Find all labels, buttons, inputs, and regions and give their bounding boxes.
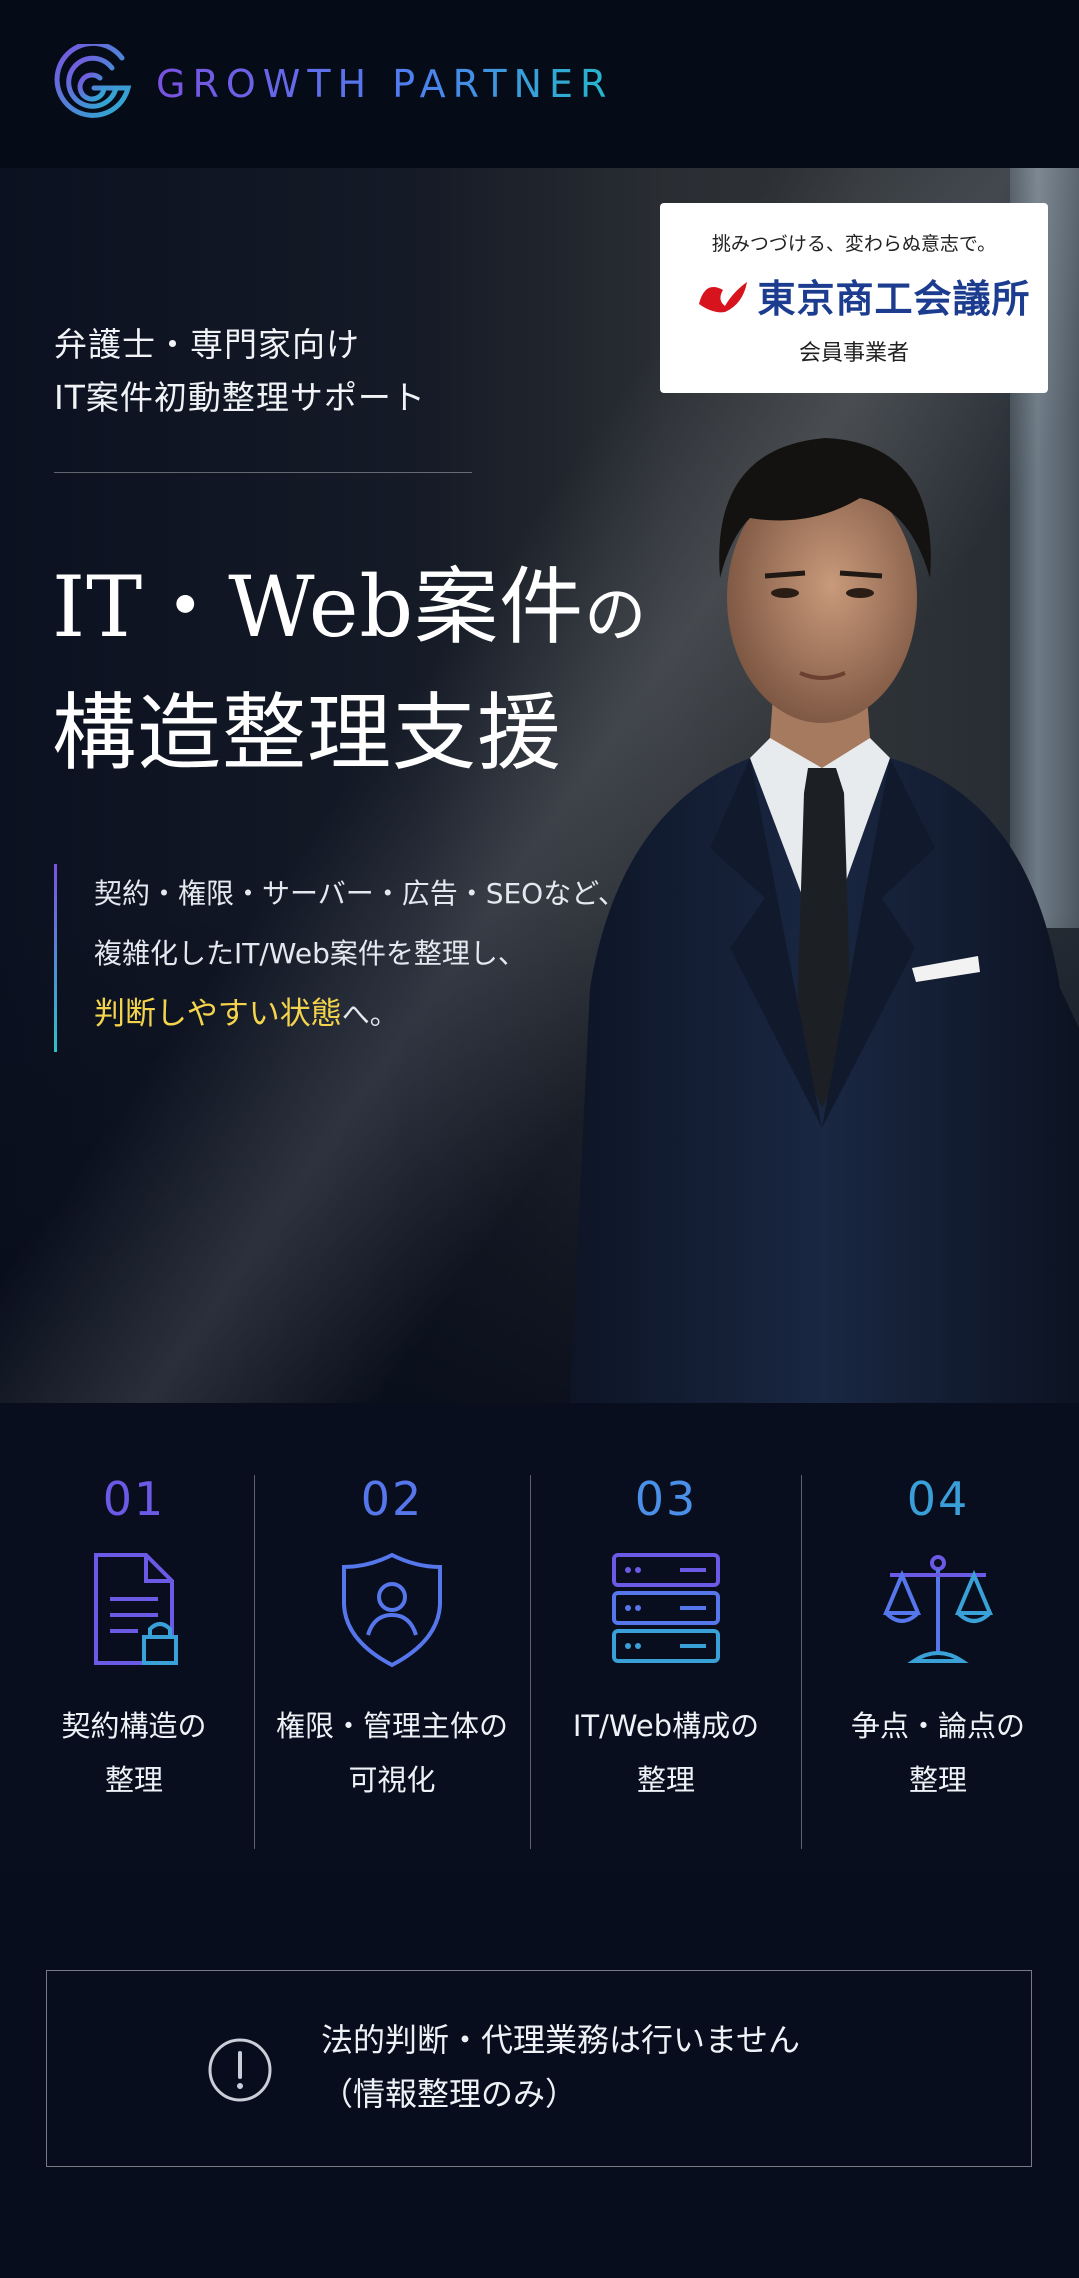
lead-line-2: 複雑化したIT/Web案件を整理し、 xyxy=(94,937,526,970)
hero-section: 挑みつづける、変わらぬ意志で。 東京商工会議所 会員事業者 弁護士・専門家向け … xyxy=(0,168,1079,1403)
feature-item[interactable]: 02 権限・管理主体の 可視化 xyxy=(258,1471,526,1797)
feature-item[interactable]: 03 IT/Web構成の 整理 xyxy=(532,1471,800,1797)
disclaimer-notice: 法的判断・代理業務は行いません （情報整理のみ） xyxy=(46,1970,1032,2167)
brand-name[interactable]: GROWTH PARTNER xyxy=(156,62,613,106)
feature-number: 02 xyxy=(360,1472,424,1526)
feature-number: 04 xyxy=(906,1472,970,1526)
feature-label: 権限・管理主体の 可視化 xyxy=(275,1709,508,1797)
feature-label: 契約構造の 整理 xyxy=(61,1709,207,1797)
notice-text: 法的判断・代理業務は行いません （情報整理のみ） xyxy=(321,2013,800,2121)
notice-line-1: 法的判断・代理業務は行いません xyxy=(321,2021,801,2059)
document-lock-icon xyxy=(94,1553,178,1665)
growth-partner-logo-icon[interactable] xyxy=(52,44,134,126)
hero-eyebrow: 弁護士・専門家向け IT案件初動整理サポート xyxy=(54,318,426,424)
tcci-logo-icon xyxy=(699,282,748,313)
features-section: 01 契約構造の 整理 02 権限・管理主体の 可視化 03 IT/Web構成の… xyxy=(0,1403,1079,1873)
hero-lead: 契約・権限・サーバー・広告・SEOなど、 複雑化したIT/Web案件を整理し、 … xyxy=(94,864,626,1045)
lead-highlight: 判断しやすい状態 xyxy=(94,996,342,1032)
feature-label: 争点・論点の 整理 xyxy=(850,1709,1025,1797)
shield-user-icon xyxy=(342,1552,442,1668)
feature-number: 03 xyxy=(634,1472,698,1526)
lead-accent-bar xyxy=(54,864,57,1052)
feature-label: IT/Web構成の 整理 xyxy=(572,1709,760,1797)
tcci-member-badge[interactable]: 挑みつづける、変わらぬ意志で。 東京商工会議所 会員事業者 xyxy=(660,203,1048,393)
site-header: GROWTH PARTNER xyxy=(0,0,1079,168)
divider xyxy=(54,472,472,473)
feature-number: 01 xyxy=(102,1472,166,1526)
badge-tagline: 挑みつづける、変わらぬ意志で。 xyxy=(711,233,997,255)
eyebrow-line-2: IT案件初動整理サポート xyxy=(54,378,426,417)
notice-line-2: （情報整理のみ） xyxy=(321,2075,578,2113)
badge-member-label: 会員事業者 xyxy=(798,341,909,366)
headline-part-1: IT・Web案件 xyxy=(52,558,585,656)
headline-particle: の xyxy=(584,578,648,651)
feature-divider xyxy=(801,1475,802,1849)
feature-item[interactable]: 04 争点・論点の 整理 xyxy=(804,1471,1072,1797)
headline-line-2: 構造整理支援 xyxy=(52,684,563,782)
hero-headline: IT・Web案件の 構造整理支援 xyxy=(52,548,647,792)
eyebrow-line-1: 弁護士・専門家向け xyxy=(54,325,360,364)
scales-icon xyxy=(882,1555,994,1663)
badge-organization-name: 東京商工会議所 xyxy=(757,276,1031,321)
lead-line-1: 契約・権限・サーバー・広告・SEOなど、 xyxy=(94,877,626,910)
exclamation-circle-icon xyxy=(208,2038,272,2102)
lead-tail: へ。 xyxy=(341,998,398,1031)
server-stack-icon xyxy=(612,1553,720,1663)
feature-divider xyxy=(530,1475,531,1849)
feature-item[interactable]: 01 契約構造の 整理 xyxy=(0,1471,268,1797)
feature-divider xyxy=(254,1475,255,1849)
